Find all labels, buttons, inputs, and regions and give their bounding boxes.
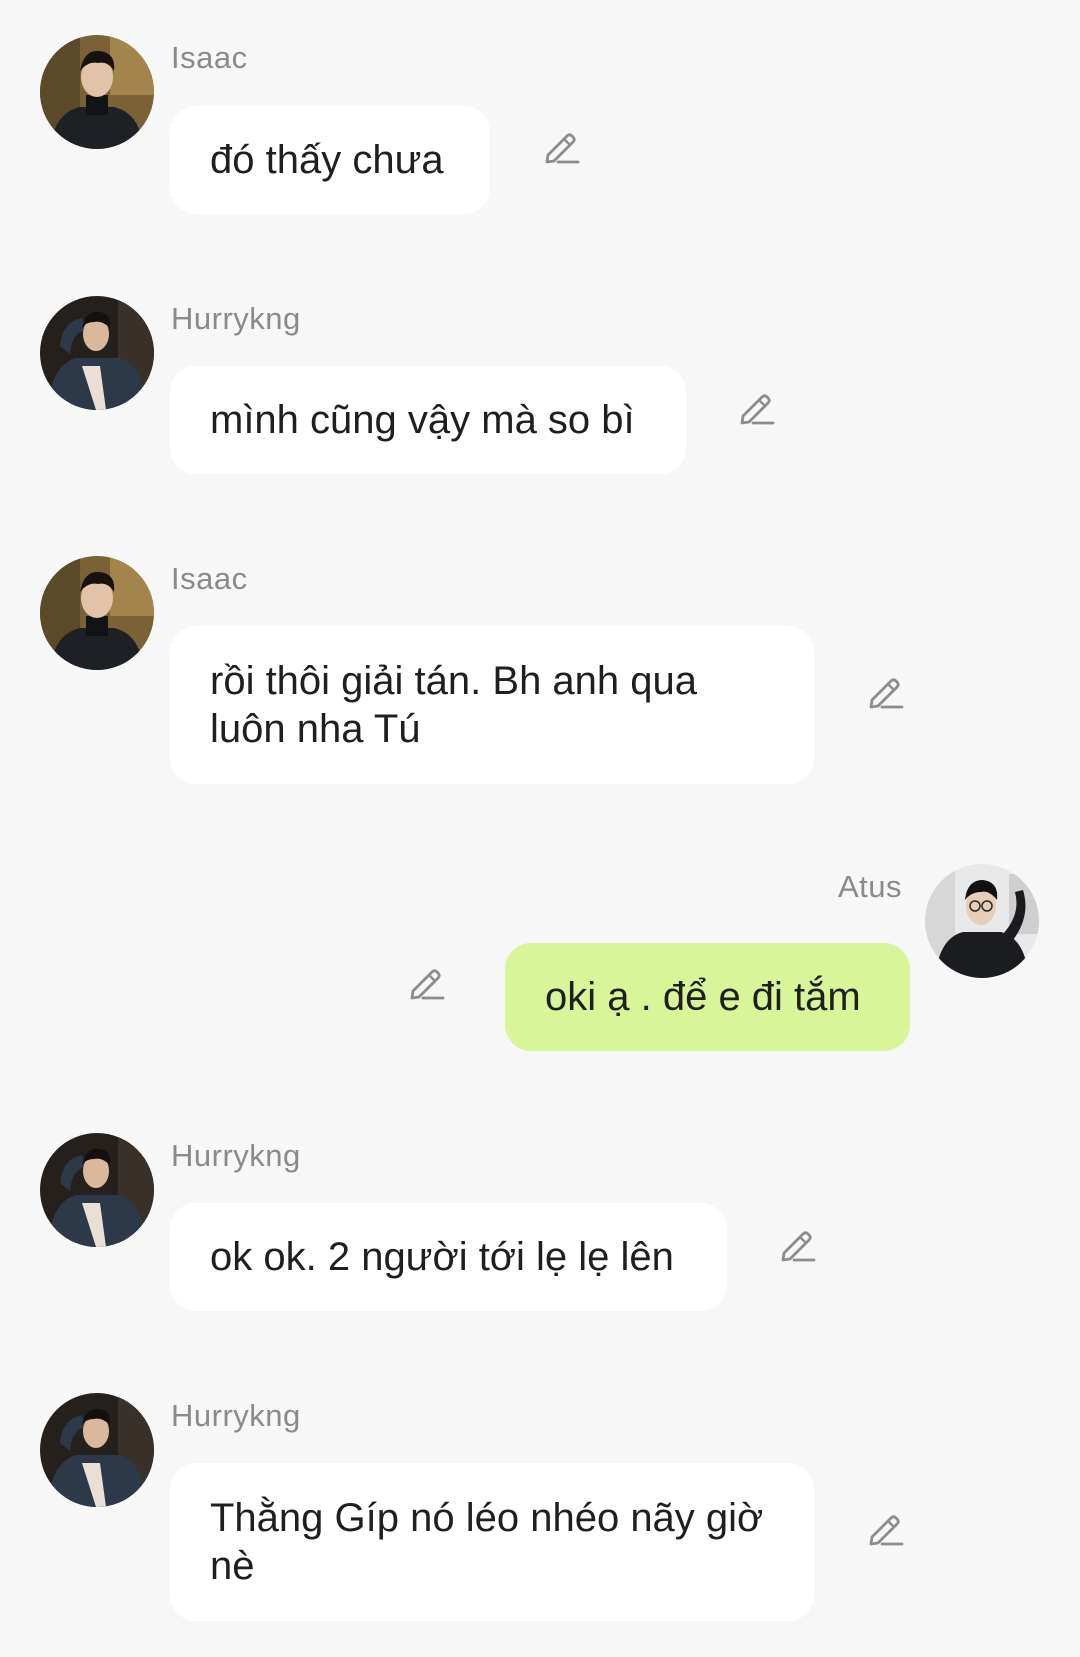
message-text: oki ạ . để e đi tắm [545,975,861,1019]
avatar[interactable] [40,1133,154,1247]
message-bubble[interactable]: đó thấy chưa [170,106,490,214]
message-bubble[interactable]: mình cũng vậy mà so bì [170,366,686,474]
message-text: Thằng Gíp nó léo nhéo nãy giờ nè [210,1496,764,1588]
message-bubble[interactable]: rồi thôi giải tán. Bh anh qua luôn nha T… [170,626,814,784]
message-text: ok ok. 2 người tới lẹ lẹ lên [210,1235,674,1279]
avatar[interactable] [40,296,154,410]
avatar[interactable] [925,864,1039,978]
message-bubble[interactable]: Thằng Gíp nó léo nhéo nãy giờ nè [170,1463,814,1621]
sender-name: Isaac [171,40,248,75]
sender-name: Hurrykng [171,1138,301,1173]
avatar[interactable] [40,35,154,149]
edit-icon[interactable] [405,960,449,1004]
message-text: mình cũng vậy mà so bì [210,398,635,442]
edit-icon[interactable] [864,1506,908,1550]
avatar[interactable] [40,556,154,670]
avatar[interactable] [40,1393,154,1507]
sender-name: Isaac [171,561,248,596]
sender-name: Hurrykng [171,1398,301,1433]
sender-name: Atus [838,869,903,904]
message-bubble[interactable]: ok ok. 2 người tới lẹ lẹ lên [170,1203,727,1311]
message-text: rồi thôi giải tán. Bh anh qua luôn nha T… [210,659,698,751]
edit-icon[interactable] [540,124,584,168]
sender-name: Hurrykng [171,301,301,336]
message-bubble[interactable]: oki ạ . để e đi tắm [505,943,910,1051]
edit-icon[interactable] [735,385,779,429]
edit-icon[interactable] [864,669,908,713]
message-text: đó thấy chưa [210,138,444,182]
chat-message-list[interactable]: Isaac đó thấy chưa Hurrykng mình cũng vậ… [0,0,1080,1657]
edit-icon[interactable] [776,1222,820,1266]
